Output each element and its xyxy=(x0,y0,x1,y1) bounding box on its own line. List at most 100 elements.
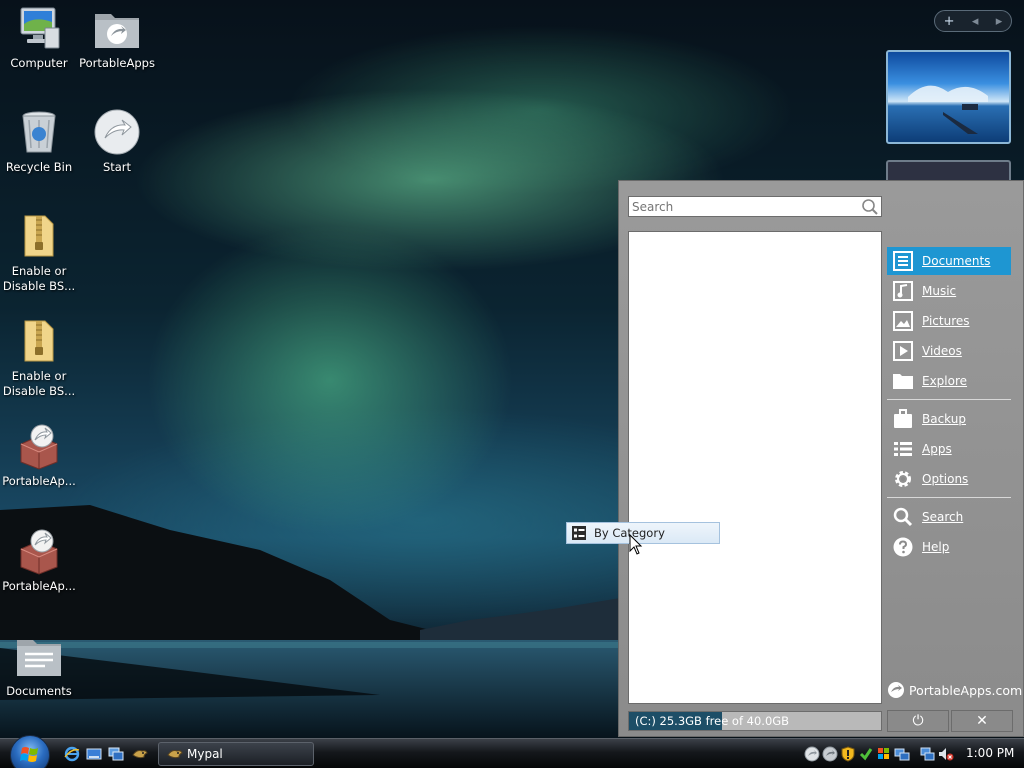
gadget-next-button[interactable]: ▸ xyxy=(996,14,1003,29)
mypal-quicklaunch-icon[interactable] xyxy=(132,746,148,762)
pa-search-input[interactable] xyxy=(629,197,854,216)
portableapps-menu: Documents Music Pictures Videos xyxy=(618,180,1024,737)
tray-portableapps-icon[interactable] xyxy=(804,746,820,762)
desktop-icon-portableapps-folder[interactable]: PortableApps xyxy=(78,4,156,71)
desktop-icon-documents[interactable]: Documents xyxy=(0,632,78,699)
slideshow-gadget[interactable] xyxy=(886,50,1011,144)
music-icon xyxy=(893,281,913,301)
pa-nav-backup[interactable]: Backup xyxy=(887,405,1011,433)
pa-nav-label: Apps xyxy=(922,442,952,456)
windows-logo-icon xyxy=(20,747,38,762)
desktop-icon-enable-disable-bs-1[interactable]: Enable or Disable BS... xyxy=(0,212,78,294)
recycle-bin-icon xyxy=(22,111,56,153)
taskbar: Mypal 1:00 PM xyxy=(0,735,1024,768)
desktop-icon-label: Enable or Disable BS... xyxy=(2,264,76,293)
installer-box-icon xyxy=(20,529,58,575)
network-tray-icon[interactable] xyxy=(894,746,910,762)
wallpaper-landscape xyxy=(0,505,620,740)
gear-icon xyxy=(895,471,911,487)
portableapps-logo-icon xyxy=(888,682,904,698)
pa-nav-pictures[interactable]: Pictures xyxy=(887,307,1011,335)
desktop-icon-label: PortableAp... xyxy=(2,474,76,488)
pa-sidebar-divider xyxy=(887,399,1011,400)
desktop-icon-start[interactable]: Start xyxy=(78,108,156,175)
desktop-icon-label: Computer xyxy=(10,56,68,70)
videos-icon xyxy=(893,341,913,361)
apps-list-icon xyxy=(894,442,912,456)
start-orb-button[interactable] xyxy=(10,735,50,768)
computer-icon xyxy=(20,7,60,49)
pa-nav-videos[interactable]: Videos xyxy=(887,337,1011,365)
search-icon[interactable] xyxy=(861,198,879,216)
pa-nav-label: Backup xyxy=(922,412,966,426)
zip-folder-icon xyxy=(24,215,54,257)
desktop-icon-label: Enable or Disable BS... xyxy=(2,369,76,398)
pa-nav-label: Options xyxy=(922,472,969,486)
folder-icon xyxy=(893,374,913,389)
desktop-icon-label: Recycle Bin xyxy=(5,160,73,174)
taskbar-clock[interactable]: 1:00 PM xyxy=(966,746,1014,760)
portableapps-brand[interactable]: PortableApps.com xyxy=(887,681,1022,699)
zip-folder-icon xyxy=(24,320,54,362)
gadget-prev-button[interactable]: ◂ xyxy=(972,14,979,29)
pa-nav-help[interactable]: Help xyxy=(887,533,1011,561)
pictures-icon xyxy=(893,311,913,331)
desktop-icon-label: PortableApps xyxy=(79,56,155,70)
taskbar-button-label: Mypal xyxy=(187,747,223,761)
drive-space-bar: (C:) 25.3GB free of 40.0GB xyxy=(628,711,882,731)
sidebar-gadget-controls: + ◂ ▸ xyxy=(934,10,1012,32)
desktop-icon-enable-disable-bs-2[interactable]: Enable or Disable BS... xyxy=(0,317,78,399)
desktop-icon-recycle-bin[interactable]: Recycle Bin xyxy=(0,108,78,175)
desktop-icon-label: Start xyxy=(102,160,132,174)
volume-muted-icon[interactable] xyxy=(938,746,954,762)
close-menu-button[interactable]: ✕ xyxy=(951,710,1013,732)
pa-nav-apps[interactable]: Apps xyxy=(887,435,1011,463)
pa-nav-label: Videos xyxy=(922,344,962,358)
pa-sidebar: Documents Music Pictures Videos Explore … xyxy=(887,247,1011,563)
desktop-icon-label: Documents xyxy=(6,684,72,698)
brand-label: PortableApps.com xyxy=(909,682,1023,698)
mouse-cursor-icon xyxy=(629,534,643,555)
pa-nav-label: Search xyxy=(922,510,964,524)
mypal-icon xyxy=(167,750,183,759)
help-icon xyxy=(893,537,913,557)
network-status-icon[interactable] xyxy=(920,746,936,762)
power-icon: ⏻ xyxy=(912,713,924,729)
pa-app-list[interactable] xyxy=(628,231,882,704)
taskbar-button-mypal[interactable]: Mypal xyxy=(158,742,314,766)
internet-explorer-icon[interactable] xyxy=(64,746,80,762)
pa-nav-documents[interactable]: Documents xyxy=(887,247,1011,275)
pa-sidebar-divider xyxy=(887,497,1011,498)
desktop-icon-computer[interactable]: Computer xyxy=(0,4,78,71)
power-button[interactable]: ⏻ xyxy=(887,710,949,732)
switch-windows-icon[interactable] xyxy=(108,746,124,762)
tray-portableapps-icon-2[interactable] xyxy=(822,746,838,762)
desktop-icon-portableapps-installer-2[interactable]: PortableAp... xyxy=(0,527,78,594)
pa-nav-search[interactable]: Search xyxy=(887,503,1011,531)
pa-nav-options[interactable]: Options xyxy=(887,465,1011,493)
desktop-icon-portableapps-installer-1[interactable]: PortableAp... xyxy=(0,422,78,489)
add-gadget-button[interactable]: + xyxy=(944,14,955,29)
pa-nav-explore[interactable]: Explore xyxy=(887,367,1011,395)
drive-space-text: (C:) 25.3GB free of 40.0GB xyxy=(635,714,790,728)
search-icon xyxy=(893,507,913,527)
portableapps-start-icon xyxy=(94,109,140,155)
pa-nav-label: Music xyxy=(922,284,957,298)
pa-search-box[interactable] xyxy=(628,196,882,217)
gadget-second-thumbnail[interactable] xyxy=(886,160,1011,182)
security-shield-icon[interactable] xyxy=(840,746,856,762)
documents-folder-icon xyxy=(17,640,61,676)
installer-box-icon xyxy=(20,424,58,470)
checkmark-shield-icon[interactable] xyxy=(858,746,874,762)
documents-icon xyxy=(893,251,913,271)
windows-flag-icon[interactable] xyxy=(876,746,892,762)
briefcase-icon xyxy=(894,409,912,428)
close-icon: ✕ xyxy=(976,713,988,729)
pa-nav-label: Pictures xyxy=(922,314,970,328)
show-desktop-icon[interactable] xyxy=(86,746,102,762)
desktop-icon-label: PortableAp... xyxy=(2,579,76,593)
pa-nav-label: Help xyxy=(922,540,950,554)
pa-nav-label: Documents xyxy=(922,254,991,268)
pa-nav-music[interactable]: Music xyxy=(887,277,1011,305)
folder-portableapps-icon xyxy=(95,14,139,48)
